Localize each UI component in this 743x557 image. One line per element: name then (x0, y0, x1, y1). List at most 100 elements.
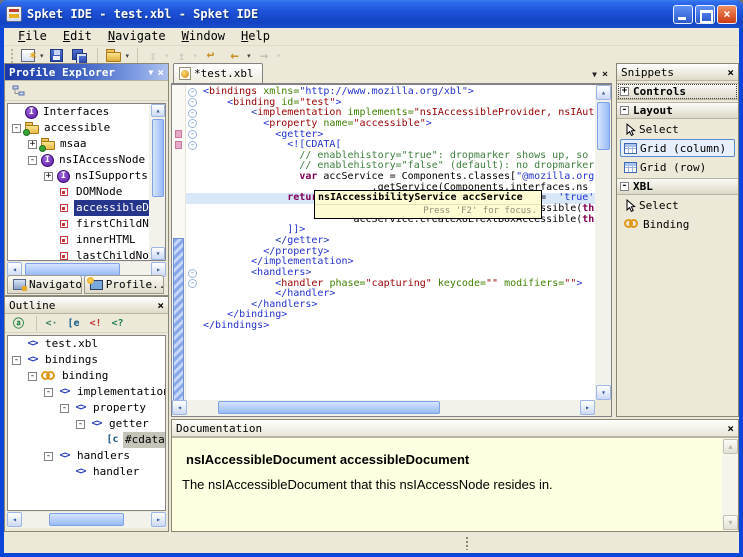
collapse-icon[interactable]: - (620, 182, 629, 191)
scroll-thumb[interactable] (597, 102, 610, 150)
tree-item[interactable]: IInterfaces (8, 104, 151, 120)
menu-edit[interactable]: Edit (55, 28, 100, 43)
editor-vscrollbar[interactable]: ▴ ▾ (595, 85, 611, 400)
editor-hscrollbar[interactable]: ◂ ▸ (172, 400, 595, 416)
editor-annotation-ruler[interactable] (172, 85, 186, 400)
dropdown-caret-icon[interactable]: ▾ (165, 52, 169, 60)
menu-navigate[interactable]: Navigate (100, 28, 174, 43)
scroll-thumb[interactable] (152, 119, 164, 197)
snippet-item[interactable]: Select (620, 120, 735, 138)
save-button[interactable] (48, 47, 68, 65)
new-wizard-button[interactable]: ▾ (19, 47, 46, 65)
save-all-button[interactable] (70, 47, 91, 65)
menu-help[interactable]: Help (233, 28, 278, 43)
snippet-item[interactable]: Select (620, 196, 735, 214)
tree-item[interactable]: <>handler (8, 464, 165, 480)
tree-item[interactable]: lastChildNod (8, 248, 151, 260)
collapse-icon[interactable]: - (12, 124, 21, 133)
code-viewport[interactable]: <bindings xmlns="http://www.mozilla.org/… (186, 85, 595, 400)
tree-item[interactable]: -InsIAccessNode (8, 152, 151, 168)
editor-body[interactable]: <bindings xmlns="http://www.mozilla.org/… (171, 84, 612, 417)
back-button[interactable]: ←▾ (225, 47, 253, 65)
scroll-right-icon[interactable]: ▸ (580, 400, 595, 415)
tree-item[interactable]: -binding (8, 368, 165, 384)
tree-item[interactable]: +InsISupports (8, 168, 151, 184)
tree-item[interactable]: -accessible (8, 120, 151, 136)
tree-item[interactable]: -<>property (8, 400, 165, 416)
tree-item[interactable]: firstChildNo (8, 216, 151, 232)
snippets-section-controls[interactable]: +Controls (617, 83, 738, 100)
editor-tab[interactable]: *test.xbl (173, 63, 263, 83)
tree-item[interactable]: -<>handlers (8, 448, 165, 464)
view-menu-icon[interactable]: ▼ (149, 65, 154, 80)
outline-close-icon[interactable]: × (157, 298, 164, 313)
tree-item[interactable]: DOMNode (8, 184, 151, 200)
outline-hscrollbar[interactable]: ◂ ▸ (7, 512, 166, 528)
menu-file[interactable]: File (10, 28, 55, 43)
tree-item[interactable]: +msaa (8, 136, 151, 152)
expand-icon[interactable]: + (620, 87, 629, 96)
minimize-button[interactable] (673, 5, 693, 24)
tree-item[interactable]: innerHTML (8, 232, 151, 248)
scroll-left-icon[interactable]: ◂ (172, 400, 187, 415)
scroll-up-icon[interactable]: ▴ (596, 85, 611, 100)
view-tab-profile[interactable]: Profile... (84, 275, 164, 294)
tree-item[interactable]: accessibleDo (8, 200, 151, 216)
scroll-down-icon[interactable]: ▾ (596, 385, 611, 400)
toggle-attributes-button[interactable]: ⓐ (9, 315, 31, 332)
documentation-close-icon[interactable]: × (727, 421, 734, 436)
dropdown-caret-icon[interactable]: ▾ (40, 52, 44, 60)
expand-icon[interactable]: + (44, 172, 53, 181)
tree-item[interactable]: -<>getter (8, 416, 165, 432)
documentation-vscrollbar[interactable]: ▴ ▾ (722, 438, 738, 531)
open-folder-button[interactable]: ▾ (104, 47, 132, 65)
menu-window[interactable]: Window (174, 28, 233, 43)
snippet-item[interactable]: Binding (620, 215, 735, 233)
filter-pi-button[interactable]: <? (108, 315, 130, 332)
fold-collapse-icon[interactable]: - (188, 141, 197, 150)
dropdown-caret-icon[interactable]: ▾ (247, 52, 251, 60)
scroll-left-icon[interactable]: ◂ (7, 512, 22, 527)
sash-handle-icon[interactable] (466, 537, 468, 550)
tree-item[interactable]: -<>bindings (8, 352, 165, 368)
snippet-item[interactable]: Grid (row) (620, 158, 735, 176)
profile-explorer-close-icon[interactable]: × (157, 65, 164, 80)
last-edit-location-button[interactable]: ↩ (201, 47, 223, 65)
profile-tree-vscrollbar[interactable]: ▴ ▾ (149, 104, 165, 260)
scroll-down-icon[interactable]: ▾ (151, 247, 165, 260)
tree-hierarchy-button[interactable] (9, 82, 31, 99)
collapse-icon[interactable]: - (44, 388, 53, 397)
fold-collapse-icon[interactable]: - (188, 109, 197, 118)
filter-comments-button[interactable]: <· (42, 315, 64, 332)
tree-item[interactable]: [c#cdata (8, 432, 165, 448)
snippet-item[interactable]: Grid (column) (620, 139, 735, 157)
scroll-up-icon[interactable]: ▴ (151, 104, 165, 117)
snippets-close-icon[interactable]: × (727, 65, 734, 80)
collapse-icon[interactable]: - (620, 106, 629, 115)
scroll-thumb[interactable] (49, 513, 124, 526)
view-tab-navigator[interactable]: Navigator (7, 275, 82, 294)
dropdown-caret-icon[interactable]: ▾ (194, 52, 198, 60)
profile-tree[interactable]: IInterfaces-accessible+msaa-InsIAccessNo… (7, 103, 166, 261)
maximize-button[interactable] (695, 5, 715, 24)
fold-collapse-icon[interactable]: - (188, 269, 197, 278)
collapse-icon[interactable]: - (60, 404, 69, 413)
filter-doctype-button[interactable]: <! (86, 315, 108, 332)
collapse-icon[interactable]: - (12, 356, 21, 365)
fold-collapse-icon[interactable]: - (188, 88, 197, 97)
dropdown-caret-icon[interactable]: ▾ (126, 52, 130, 60)
collapse-icon[interactable]: - (76, 420, 85, 429)
collapse-icon[interactable]: - (28, 156, 37, 165)
outline-tree[interactable]: <>test.xbl-<>bindings-binding-<>implemen… (7, 335, 166, 511)
dropdown-caret-icon[interactable]: ▾ (277, 52, 281, 60)
snippets-section-layout[interactable]: -Layout (617, 102, 738, 119)
collapse-icon[interactable]: - (28, 372, 37, 381)
tree-item[interactable]: -<>implementation (8, 384, 165, 400)
expand-icon[interactable]: + (28, 140, 37, 149)
editor-close-icon[interactable]: × (602, 69, 608, 80)
tree-item[interactable]: <>test.xbl (8, 336, 165, 352)
close-button[interactable]: × (717, 5, 737, 24)
filter-cdata-button[interactable]: [e (64, 315, 86, 332)
scroll-right-icon[interactable]: ▸ (151, 512, 166, 527)
scroll-thumb[interactable] (218, 401, 440, 414)
